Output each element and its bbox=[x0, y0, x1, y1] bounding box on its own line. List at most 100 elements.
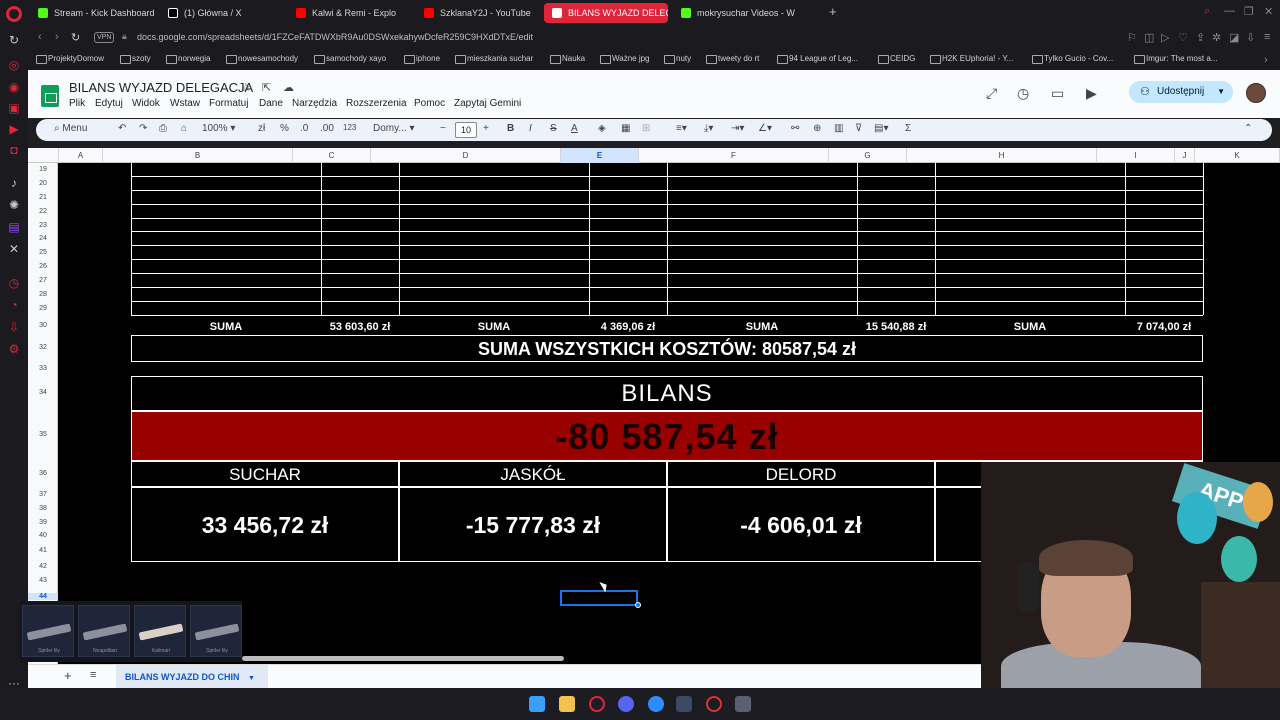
row-header[interactable]: 19 bbox=[28, 166, 58, 173]
decrease-decimal-button[interactable]: .0 bbox=[300, 123, 308, 134]
row-header-selected[interactable]: 44 bbox=[28, 593, 58, 600]
download-icon[interactable]: ⇩ bbox=[1246, 31, 1255, 44]
row-header[interactable]: 25 bbox=[28, 249, 58, 256]
currency-button[interactable]: zł bbox=[258, 123, 265, 134]
insert-comment-icon[interactable]: ⊕ bbox=[813, 123, 821, 134]
increase-decimal-button[interactable]: .00 bbox=[320, 123, 334, 134]
text-rotate-icon[interactable]: ∠▾ bbox=[758, 123, 772, 134]
trend-icon[interactable]: ⤢ bbox=[986, 85, 997, 102]
menu-icon[interactable]: ≡ bbox=[1264, 31, 1270, 43]
bookmark-item[interactable]: Nauka bbox=[550, 54, 585, 64]
bilans-value-cell[interactable]: -80 587,54 zł bbox=[131, 411, 1203, 461]
opera-icon[interactable] bbox=[589, 696, 605, 712]
link-icon[interactable]: ⚯ bbox=[791, 123, 799, 134]
bookmark-item[interactable]: nowesamochody bbox=[226, 54, 298, 64]
move-icon[interactable]: ⇱ bbox=[262, 81, 271, 94]
tab-youtube-kalwi[interactable]: Kalwi & Remi - Explo bbox=[288, 3, 408, 23]
align-horizontal-icon[interactable]: ≡▾ bbox=[676, 123, 687, 134]
column-header-a[interactable]: A bbox=[59, 148, 103, 163]
menu-ask-gemini[interactable]: Zapytaj Gemini bbox=[454, 98, 521, 109]
suma-label[interactable]: SUMA bbox=[667, 319, 857, 335]
suma-value[interactable]: 4 369,06 zł bbox=[589, 319, 667, 335]
reload-icon[interactable]: ↻ bbox=[71, 31, 80, 44]
bookmark-item[interactable]: samochody xayo bbox=[314, 54, 386, 64]
new-tab-plus-icon[interactable]: + bbox=[829, 4, 837, 19]
steam-icon[interactable] bbox=[676, 696, 692, 712]
bookmark-item[interactable]: Ważne jpg bbox=[600, 54, 650, 64]
suma-label[interactable]: SUMA bbox=[935, 319, 1125, 335]
column-header-i[interactable]: I bbox=[1097, 148, 1175, 163]
row-header[interactable]: 43 bbox=[28, 577, 58, 584]
bookmark-item[interactable]: CEIDG bbox=[878, 54, 915, 64]
selected-cell[interactable] bbox=[560, 590, 638, 606]
chevron-down-icon[interactable]: ▼ bbox=[248, 675, 255, 682]
row-header[interactable]: 20 bbox=[28, 180, 58, 187]
menu-format[interactable]: Formatuj bbox=[209, 98, 248, 109]
font-size-input[interactable]: 10 bbox=[455, 122, 477, 138]
percent-button[interactable]: % bbox=[280, 123, 289, 134]
bookmark-item[interactable]: szoty bbox=[120, 54, 151, 64]
zoom-select[interactable]: 100% ▾ bbox=[202, 123, 235, 134]
minimize-icon[interactable]: — bbox=[1224, 5, 1235, 17]
maximize-icon[interactable]: ❐ bbox=[1244, 5, 1254, 18]
refresh-icon[interactable]: ↻ bbox=[7, 33, 21, 47]
bookmark-item[interactable]: tweety do rt bbox=[706, 54, 759, 64]
row-header[interactable]: 42 bbox=[28, 563, 58, 570]
italic-icon[interactable]: I bbox=[529, 123, 532, 134]
align-vertical-icon[interactable]: ⤓▾ bbox=[704, 123, 713, 134]
column-header-g[interactable]: G bbox=[829, 148, 907, 163]
column-header-e[interactable]: E bbox=[561, 148, 639, 163]
suma-value[interactable]: 15 540,88 zł bbox=[857, 319, 935, 335]
history-icon[interactable]: ◷ bbox=[7, 276, 21, 290]
strikethrough-icon[interactable]: S bbox=[550, 123, 557, 134]
bookmark-item[interactable]: 94 League of Leg... bbox=[777, 54, 858, 64]
aria-icon[interactable]: ◎ bbox=[7, 58, 21, 72]
bilans-title-cell[interactable]: BILANS bbox=[131, 376, 1203, 411]
row-header[interactable]: 35 bbox=[28, 431, 58, 438]
calculator-icon[interactable] bbox=[735, 696, 751, 712]
fill-color-icon[interactable]: ◈ bbox=[598, 123, 606, 134]
bookmarks-more-icon[interactable]: › bbox=[1264, 54, 1268, 66]
merge-cells-icon[interactable]: ⊞ bbox=[642, 123, 650, 134]
bold-icon[interactable]: B bbox=[507, 123, 514, 134]
settings-icon[interactable]: ⚙ bbox=[7, 342, 21, 356]
bookmark-item[interactable]: mieszkania suchar bbox=[455, 54, 533, 64]
menu-file[interactable]: Plik bbox=[69, 98, 85, 109]
number-format-button[interactable]: 123 bbox=[343, 123, 356, 132]
person-balance-cell[interactable]: -15 777,83 zł bbox=[399, 487, 667, 562]
row-header[interactable]: 41 bbox=[28, 547, 58, 554]
tab-sheets-bilans[interactable]: BILANS WYJAZD DELEG bbox=[544, 3, 668, 23]
sheet-tab-active[interactable]: BILANS WYJAZD DO CHIN ▼ bbox=[116, 665, 268, 689]
file-explorer-icon[interactable] bbox=[559, 696, 575, 712]
youtube-icon[interactable]: ▶ bbox=[7, 122, 21, 136]
menu-view[interactable]: Widok bbox=[132, 98, 160, 109]
row-header[interactable]: 36 bbox=[28, 470, 58, 477]
all-sheets-icon[interactable]: ≡ bbox=[90, 669, 96, 681]
menu-help[interactable]: Pomoc bbox=[414, 98, 445, 109]
chevron-down-icon[interactable]: ▼ bbox=[1217, 81, 1225, 103]
font-size-increase-icon[interactable]: + bbox=[483, 123, 489, 134]
row-header[interactable]: 40 bbox=[28, 532, 58, 539]
column-header-c[interactable]: C bbox=[293, 148, 371, 163]
tab-kick-dashboard[interactable]: Stream - Kick Dashboard bbox=[30, 3, 154, 23]
print-icon[interactable]: ⎙ bbox=[159, 123, 167, 134]
windows-start-icon[interactable] bbox=[529, 696, 545, 712]
row-header[interactable]: 30 bbox=[28, 322, 58, 329]
menu-tools[interactable]: Narzędzia bbox=[292, 98, 337, 109]
avatar[interactable] bbox=[1246, 83, 1266, 103]
url-input[interactable]: docs.google.com/spreadsheets/d/1FZCeFATD… bbox=[137, 32, 533, 42]
tab-x-home[interactable]: (1) Główna / X bbox=[160, 3, 282, 23]
forward-icon[interactable]: › bbox=[55, 31, 59, 43]
history-icon[interactable]: ◷ bbox=[1017, 85, 1029, 102]
person-balance-cell[interactable]: 33 456,72 zł bbox=[131, 487, 399, 562]
bookmark-item[interactable]: ProjektyDomow bbox=[36, 54, 104, 64]
row-header[interactable]: 29 bbox=[28, 305, 58, 312]
bookmark-item[interactable]: iphone bbox=[404, 54, 440, 64]
paint-format-icon[interactable]: ⌂ bbox=[181, 123, 187, 134]
menu-extensions[interactable]: Rozszerzenia bbox=[346, 98, 407, 109]
snapshot-icon[interactable]: ◫ bbox=[1144, 31, 1154, 44]
column-header-k[interactable]: K bbox=[1195, 148, 1280, 163]
row-header[interactable]: 21 bbox=[28, 194, 58, 201]
person-name-cell[interactable]: JASKÓŁ bbox=[399, 461, 667, 487]
row-header[interactable]: 22 bbox=[28, 208, 58, 215]
